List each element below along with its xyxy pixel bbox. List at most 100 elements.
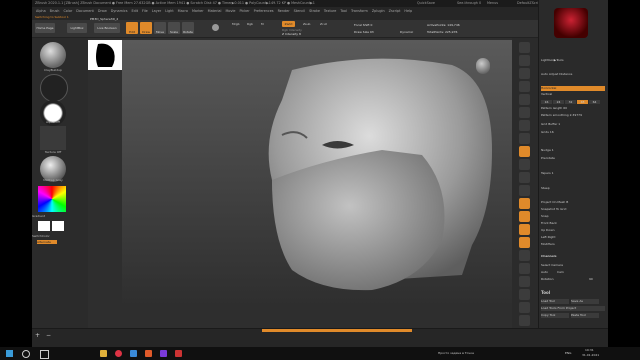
horizontal-toggle[interactable]: Horizontal — [541, 86, 605, 91]
tool-thumbnail[interactable] — [554, 8, 588, 38]
texture-thumbnail[interactable] — [40, 126, 66, 150]
cam-button[interactable]: Cam — [557, 270, 564, 274]
rgb-toggle[interactable]: Rgb — [247, 22, 253, 26]
menu-picker[interactable]: Picker — [240, 9, 250, 13]
timeline-track[interactable] — [262, 329, 412, 332]
nudge-slider[interactable]: Nudge 1 — [541, 148, 605, 153]
app-icon[interactable] — [130, 350, 137, 357]
view-tool-icon[interactable] — [519, 172, 530, 183]
head-model[interactable] — [122, 40, 520, 307]
grid-size-64[interactable]: 64 — [589, 100, 600, 104]
up-down-button[interactable]: Up Down — [541, 228, 605, 233]
chrome-icon[interactable] — [115, 350, 122, 357]
menu-macro[interactable]: Macro — [178, 9, 188, 13]
grid-size-32[interactable]: 32 — [565, 100, 576, 104]
menu-draw[interactable]: Draw — [98, 9, 107, 13]
grid-size-16[interactable]: 16 — [541, 100, 552, 104]
menu-preferences[interactable]: Preferences — [254, 9, 274, 13]
menu-light[interactable]: Light — [165, 9, 173, 13]
see-through-slider[interactable]: See-through 0 — [457, 0, 481, 7]
zcut-toggle[interactable]: Zcut — [320, 22, 327, 26]
view-tool-icon[interactable] — [519, 250, 530, 261]
view-tool-icon[interactable] — [519, 224, 530, 235]
view-tool-icon[interactable] — [519, 146, 530, 157]
select-camera-button[interactable]: Select Camera — [541, 263, 605, 268]
zadd-toggle[interactable]: Zadd — [282, 21, 295, 27]
menu-dynamics[interactable]: Dynamics — [111, 9, 128, 13]
menu-alpha[interactable]: Alpha — [36, 9, 46, 13]
menu-stroke[interactable]: Stroke — [309, 9, 320, 13]
lightbox-tools-label[interactable]: Lightbox▶Tools — [541, 58, 605, 63]
vertical-toggle[interactable]: Vertical — [541, 92, 605, 97]
view-tool-icon[interactable] — [519, 159, 530, 170]
grid-size-48[interactable]: 48 — [577, 100, 588, 104]
auto-cam-button[interactable]: Auto — [541, 270, 548, 274]
view-tool-icon[interactable] — [519, 211, 530, 222]
zsub-toggle[interactable]: Zsub — [303, 22, 310, 26]
left-right-button[interactable]: Left Right — [541, 235, 605, 240]
save-as-button[interactable]: Save As — [571, 299, 599, 304]
clock-time[interactable]: 19:31 — [585, 348, 594, 352]
clock-date[interactable]: 31.01.2021 — [582, 353, 599, 357]
menu-tool[interactable]: Tool — [340, 9, 347, 13]
view-tool-icon[interactable] — [519, 198, 530, 209]
load-tool-button[interactable]: Load Tool — [541, 299, 569, 304]
view-tool-icon[interactable] — [519, 289, 530, 300]
menu-zplugin[interactable]: Zplugin — [372, 9, 385, 13]
primary-color-swatch[interactable] — [38, 221, 50, 231]
view-tool-icon[interactable] — [519, 276, 530, 287]
remove-button[interactable]: − — [46, 332, 51, 339]
menu-color[interactable]: Color — [63, 9, 72, 13]
brush-thumbnail[interactable] — [40, 42, 66, 68]
copy-tool-button[interactable]: Copy Tool — [541, 313, 569, 318]
rotation-value[interactable]: 90 — [589, 277, 593, 281]
alternate-button[interactable]: Alternate — [37, 240, 57, 244]
explorer-icon[interactable] — [100, 350, 107, 357]
media-app-icon[interactable] — [175, 350, 182, 357]
prerotate-toggle[interactable]: Prerotate — [541, 156, 605, 161]
menu-document[interactable]: Document — [76, 9, 94, 13]
paste-tool-button[interactable]: Paste Tool — [571, 313, 599, 318]
stroke-thumbnail[interactable] — [40, 74, 68, 102]
view-tool-icon[interactable] — [519, 315, 530, 326]
channels-header[interactable]: Channels — [541, 254, 605, 259]
z-intensity-slider[interactable]: Z Intensity 8 — [282, 32, 301, 36]
view-tool-icon[interactable] — [519, 81, 530, 92]
menu-layer[interactable]: Layer — [152, 9, 161, 13]
media-icon[interactable] — [160, 350, 167, 357]
pattern-smoothing-slider[interactable]: Pattern smoothing 2.39779 — [541, 113, 605, 118]
tapers-slider[interactable]: Tapers 1 — [541, 171, 605, 176]
task-view-icon[interactable] — [40, 350, 49, 359]
view-tool-icon[interactable] — [519, 55, 530, 66]
view-tool-icon[interactable] — [519, 302, 530, 313]
language-indicator[interactable]: ENG — [565, 351, 571, 355]
view-tool-icon[interactable] — [519, 68, 530, 79]
menu-material[interactable]: Material — [208, 9, 222, 13]
color-picker[interactable] — [38, 186, 66, 212]
project-on-mesh-button[interactable]: Project On Mesh B — [541, 200, 605, 205]
view-tool-icon[interactable] — [519, 94, 530, 105]
dynamic-toggle[interactable]: Dynamic — [400, 30, 413, 34]
draw-button[interactable]: Draw — [140, 22, 152, 34]
live-boolean-button[interactable]: Live Boolean — [94, 23, 120, 33]
view-tool-icon[interactable] — [519, 133, 530, 144]
menu-brush[interactable]: Brush — [50, 9, 60, 13]
view-tool-icon[interactable] — [519, 263, 530, 274]
focal-shift-slider[interactable]: Focal Shift 0 — [354, 23, 372, 27]
grids-slider[interactable]: Grids 16 — [541, 130, 605, 135]
view-tool-icon[interactable] — [519, 185, 530, 196]
menu-texture[interactable]: Texture — [324, 9, 336, 13]
edit-button[interactable]: Edit — [126, 22, 138, 34]
move-button[interactable]: Move — [154, 22, 166, 34]
front-back-button[interactable]: Front Back — [541, 221, 605, 226]
search-icon[interactable] — [22, 350, 30, 358]
view-tool-icon[interactable] — [519, 120, 530, 131]
menus-toggle[interactable]: Menus — [487, 0, 498, 7]
view-tool-icon[interactable] — [519, 107, 530, 118]
scale-button[interactable]: Scale — [168, 22, 180, 34]
menu-movie[interactable]: Movie — [225, 9, 235, 13]
load-tools-from-project-button[interactable]: Load Tools From Project — [541, 306, 605, 311]
viewport-canvas[interactable] — [122, 40, 520, 307]
secondary-color-swatch[interactable] — [52, 221, 64, 231]
draw-size-slider[interactable]: Draw Size 93 — [354, 30, 374, 34]
